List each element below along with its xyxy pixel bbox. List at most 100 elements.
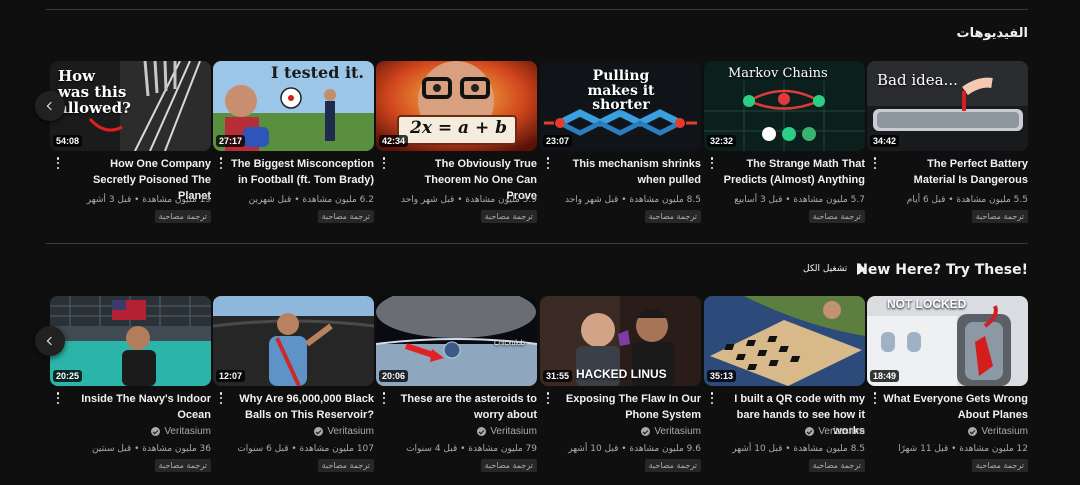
video-card: HACKED LINUS 31:55 Exposing The Flaw In … (540, 296, 701, 472)
video-title[interactable]: The Perfect Battery Material Is Dangerou… (883, 156, 1028, 188)
video-thumbnail[interactable]: I tested it. 27:17 (213, 61, 374, 151)
video-thumbnail[interactable]: Pulling makes it shorter 23:07 (540, 61, 701, 151)
more-options-icon[interactable] (381, 155, 387, 171)
shelf2-row: 20:25 Inside The Navy's Indoor Ocean Ver… (50, 296, 1028, 472)
video-card: Bad idea... 34:42 The Perfect Battery Ma… (867, 61, 1028, 231)
channel-name[interactable]: Veritasium (151, 426, 211, 437)
more-options-icon[interactable] (709, 155, 715, 171)
video-meta: 12 مليون مشاهدة • قبل 11 شهرًا (898, 444, 1028, 454)
captions-badge: ترجمة مصاحبة (971, 459, 1028, 472)
channel-name[interactable]: Veritasium (968, 426, 1028, 437)
channel-label: Veritasium (981, 426, 1028, 437)
shelf-title-new-here[interactable]: New Here? Try These! (856, 262, 1028, 278)
video-duration: 12:07 (216, 370, 246, 382)
shelf-title-videos[interactable]: الفيديوهات (957, 26, 1029, 41)
video-card: 20:25 Inside The Navy's Indoor Ocean Ver… (50, 296, 211, 472)
thumbnail-text: Markov Chains (728, 66, 828, 81)
captions-badge: ترجمة مصاحبة (644, 210, 701, 223)
video-thumbnail[interactable]: NOT LOCKED 18:49 (867, 296, 1028, 386)
video-thumbnail[interactable]: 12:07 (213, 296, 374, 386)
channel-label: Veritasium (818, 426, 865, 437)
video-duration: 27:17 (216, 135, 246, 147)
more-options-icon[interactable] (218, 155, 224, 171)
channel-name[interactable]: Veritasium (477, 426, 537, 437)
video-duration: 34:42 (870, 135, 900, 147)
video-title[interactable]: Exposing The Flaw In Our Phone System (556, 391, 701, 423)
play-all-label: تشغيل الكل (803, 264, 848, 274)
video-card: Pulling makes it shorter 23:07 This mech… (540, 61, 701, 231)
video-meta: 5.5 مليون مشاهدة • قبل 6 أيام (906, 195, 1028, 205)
thumbnail-text: 2x = a + b (410, 118, 508, 138)
video-title[interactable]: The Strange Math That Predicts (Almost) … (720, 156, 865, 188)
verified-icon (151, 427, 161, 436)
thumbnail-text: Bad idea... (877, 71, 958, 89)
video-title[interactable]: Inside The Navy's Indoor Ocean (66, 391, 211, 423)
video-meta: 19 مليون مشاهدة • قبل 3 أشهر (86, 195, 211, 205)
captions-badge: ترجمة مصاحبة (808, 459, 865, 472)
more-options-icon[interactable] (55, 390, 61, 406)
video-title[interactable]: What Everyone Gets Wrong About Planes (883, 391, 1028, 423)
video-duration: 20:06 (379, 370, 409, 382)
video-card: NOT LOCKED 18:49 What Everyone Gets Wron… (867, 296, 1028, 472)
channel-label: Veritasium (654, 426, 701, 437)
channel-name[interactable]: Veritasium (805, 426, 865, 437)
captions-badge: ترجمة مصاحبة (808, 210, 865, 223)
channel-name[interactable]: Veritasium (314, 426, 374, 437)
video-meta: 5.9 مليون مشاهدة • قبل شهر واحد (401, 195, 537, 205)
chevron-left-icon (46, 101, 56, 111)
captions-badge: ترجمة مصاحبة (317, 210, 374, 223)
video-thumbnail[interactable]: 2x = a + b 42:34 (376, 61, 537, 151)
more-options-icon[interactable] (55, 155, 61, 171)
more-options-icon[interactable] (709, 390, 715, 406)
thumbnail-text: HACKED LINUS (576, 367, 667, 381)
video-card: I tested it. 27:17 The Biggest Misconcep… (213, 61, 374, 231)
video-thumbnail[interactable]: How was this allowed? 54:08 (50, 61, 211, 151)
video-card: 12:07 Why Are 96,000,000 Black Balls on … (213, 296, 374, 472)
video-meta: 6.2 مليون مشاهدة • قبل شهرين (248, 195, 374, 205)
more-options-icon[interactable] (545, 390, 551, 406)
video-thumbnail[interactable]: HACKED LINUS 31:55 (540, 296, 701, 386)
video-title[interactable]: Why Are 96,000,000 Black Balls on This R… (229, 391, 374, 423)
video-thumbnail[interactable]: 35:13 (704, 296, 865, 386)
more-options-icon[interactable] (545, 155, 551, 171)
shelf-divider (46, 243, 1028, 244)
verified-icon (968, 427, 978, 436)
video-card: How was this allowed? 54:08 How One Comp… (50, 61, 211, 231)
verified-icon (314, 427, 324, 436)
more-options-icon[interactable] (381, 390, 387, 406)
more-options-icon[interactable] (872, 390, 878, 406)
more-options-icon[interactable] (872, 155, 878, 171)
thumbnail-text: NOT LOCKED (887, 297, 967, 311)
shelf2-prev-button[interactable] (35, 326, 65, 356)
verified-icon (641, 427, 651, 436)
top-divider (46, 9, 1028, 10)
shelf1-row: How was this allowed? 54:08 How One Comp… (50, 61, 1028, 231)
video-meta: 5.7 مليون مشاهدة • قبل 3 أسابيع (734, 195, 865, 205)
video-thumbnail[interactable]: Chicxulub 20:06 (376, 296, 537, 386)
video-thumbnail[interactable]: Bad idea... 34:42 (867, 61, 1028, 151)
video-duration: 54:08 (53, 135, 83, 147)
play-all-button[interactable]: تشغيل الكل (803, 263, 867, 275)
channel-label: Veritasium (490, 426, 537, 437)
more-options-icon[interactable] (218, 390, 224, 406)
video-title[interactable]: The Biggest Misconception in Football (f… (229, 156, 374, 188)
video-thumbnail[interactable]: 20:25 (50, 296, 211, 386)
captions-badge: ترجمة مصاحبة (971, 210, 1028, 223)
captions-badge: ترجمة مصاحبة (644, 459, 701, 472)
video-duration: 35:13 (707, 370, 737, 382)
video-meta: 79 مليون مشاهدة • قبل 4 سنوات (406, 444, 537, 454)
video-thumbnail[interactable]: Markov Chains 32:32 (704, 61, 865, 151)
video-meta: 8.5 مليون مشاهدة • قبل 10 أشهر (732, 444, 865, 454)
channel-name[interactable]: Veritasium (641, 426, 701, 437)
video-duration: 23:07 (543, 135, 573, 147)
video-card: 35:13 I built a QR code with my bare han… (704, 296, 865, 472)
thumbnail-text: How was this allowed? (58, 67, 131, 117)
chevron-left-icon (46, 336, 56, 346)
video-title[interactable]: These are the asteroids to worry about (392, 391, 537, 423)
video-duration: 18:49 (870, 370, 900, 382)
video-meta: 36 مليون مشاهدة • قبل سنتين (92, 444, 211, 454)
video-title[interactable]: This mechanism shrinks when pulled (556, 156, 701, 188)
shelf1-prev-button[interactable] (35, 91, 65, 121)
video-meta: 9.6 مليون مشاهدة • قبل 10 أشهر (568, 444, 701, 454)
video-meta: 107 مليون مشاهدة • قبل 6 سنوات (237, 444, 374, 454)
